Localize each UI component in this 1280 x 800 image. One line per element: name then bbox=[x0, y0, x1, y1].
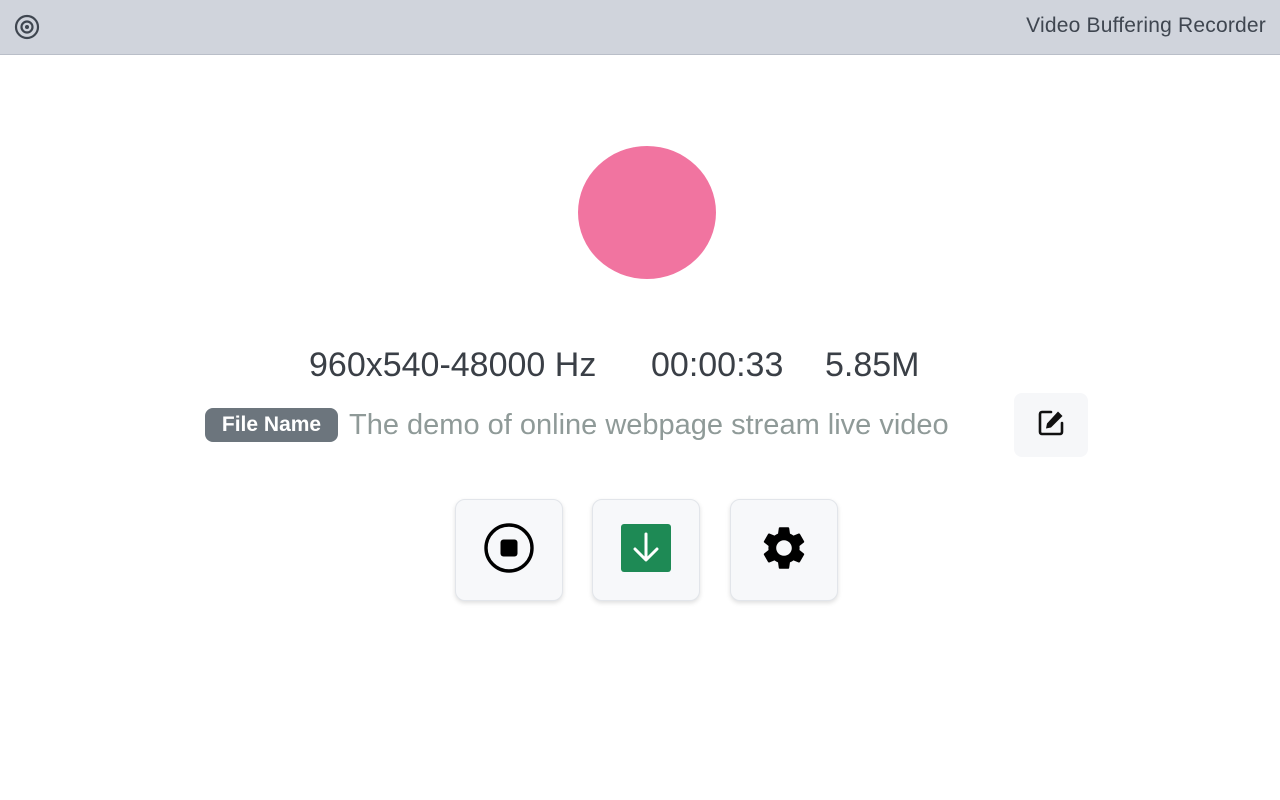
file-name-text: The demo of online webpage stream live v… bbox=[349, 409, 949, 441]
download-icon bbox=[620, 523, 672, 578]
duration-value: 00:00:33 bbox=[651, 346, 784, 384]
edit-file-name-button[interactable] bbox=[1014, 393, 1088, 457]
stop-recording-button[interactable] bbox=[455, 499, 563, 601]
gear-icon bbox=[758, 522, 810, 579]
settings-button[interactable] bbox=[730, 499, 838, 601]
file-name-badge: File Name bbox=[205, 408, 338, 442]
file-size-value: 5.85M bbox=[825, 346, 920, 384]
top-bar: Video Buffering Recorder bbox=[0, 0, 1280, 55]
recording-indicator bbox=[578, 146, 716, 279]
download-button[interactable] bbox=[592, 499, 700, 601]
edit-icon bbox=[1037, 409, 1065, 442]
stop-icon bbox=[483, 522, 535, 579]
app-title: Video Buffering Recorder bbox=[1026, 14, 1266, 37]
record-target-icon bbox=[14, 14, 40, 40]
resolution-rate-value: 960x540-48000 Hz bbox=[309, 346, 597, 384]
